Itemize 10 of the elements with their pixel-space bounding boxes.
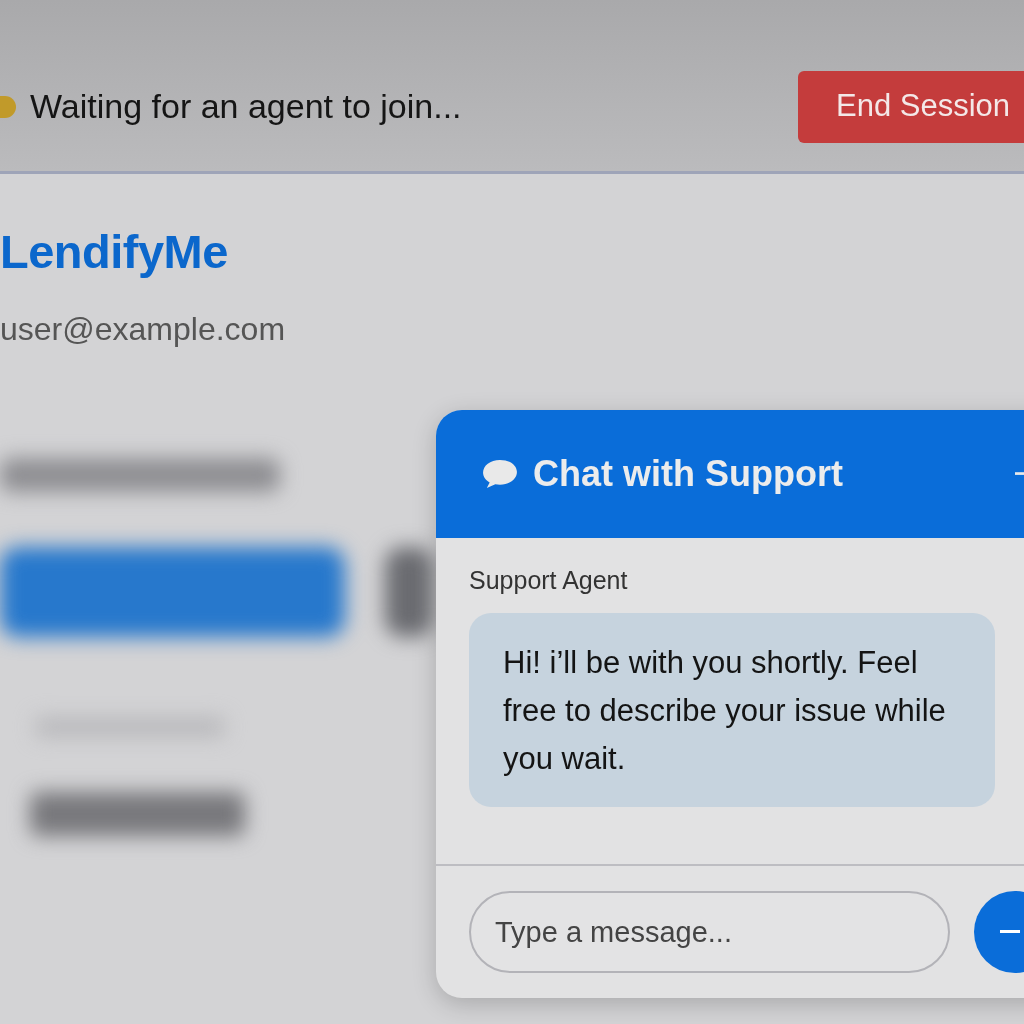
speech-bubble-icon xyxy=(481,458,519,490)
user-email: user@example.com xyxy=(0,311,287,348)
message-input[interactable]: Type a message... xyxy=(469,891,950,973)
brand-name: LendifyMe xyxy=(0,224,229,279)
minus-icon xyxy=(1000,930,1020,934)
end-session-button[interactable]: End Session xyxy=(798,70,1024,143)
message-bubble: Hi! i’ll be with you shortly. Feel free to describe your issue while you wait. xyxy=(469,613,995,807)
status-text: Waiting for an agent to join... xyxy=(30,87,462,126)
sender-name: Support Agent xyxy=(469,566,629,595)
chat-title: Chat with Support xyxy=(533,453,843,495)
